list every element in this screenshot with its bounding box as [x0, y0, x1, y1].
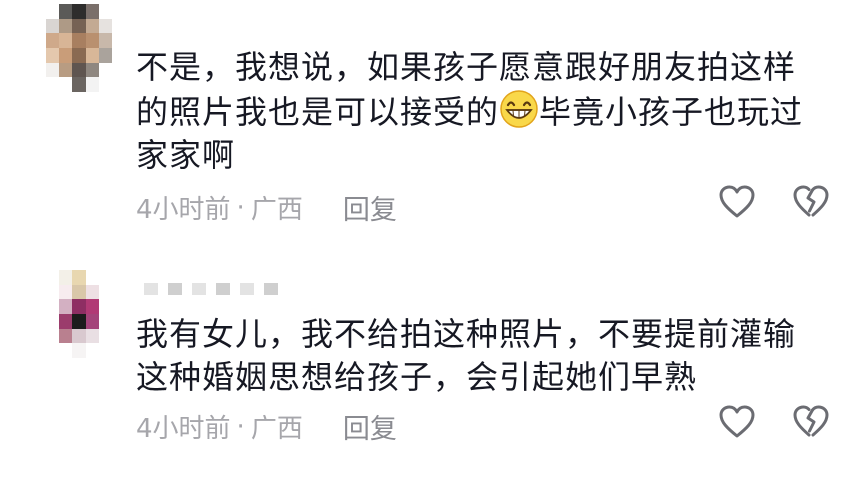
comment-time: 4小时前 [136, 414, 231, 444]
comment-meta: 4小时前 · 广西 回复 [136, 188, 397, 227]
broken-heart-icon[interactable] [793, 405, 829, 439]
comment-location: 广西 [250, 414, 303, 444]
comment-location: 广西 [250, 195, 303, 225]
comment-item: 我有女儿，我不给拍这种照片，不要提前灌输 这种婚姻思想给孩子，会引起她们早熟 4… [0, 265, 867, 478]
comment-actions [719, 405, 829, 439]
meta-separator: · [236, 411, 245, 442]
reply-button[interactable]: 回复 [343, 188, 397, 227]
comment-meta: 4小时前 · 广西 回复 [136, 407, 397, 446]
comment-item: 不是，我想说，如果孩子愿意跟好朋友拍这样 的照片我也是可以接受的 毕竟小孩子也玩… [0, 0, 867, 240]
grinning-face-emoji-icon [500, 90, 538, 128]
comment-text: 我有女儿，我不给拍这种照片，不要提前灌输 这种婚姻思想给孩子，会引起她们早熟 [136, 315, 797, 396]
comment-actions [719, 185, 829, 219]
avatar[interactable] [46, 4, 112, 92]
comment-time: 4小时前 [136, 195, 231, 225]
heart-outline-icon[interactable] [719, 405, 755, 439]
username-redacted[interactable] [144, 283, 304, 295]
broken-heart-icon[interactable] [793, 185, 829, 219]
comment-text: 不是，我想说，如果孩子愿意跟好朋友拍这样 的照片我也是可以接受的 毕竟小孩子也玩… [136, 48, 804, 174]
heart-outline-icon[interactable] [719, 185, 755, 219]
meta-separator: · [236, 192, 245, 223]
avatar[interactable] [46, 270, 112, 358]
reply-button[interactable]: 回复 [343, 407, 397, 446]
